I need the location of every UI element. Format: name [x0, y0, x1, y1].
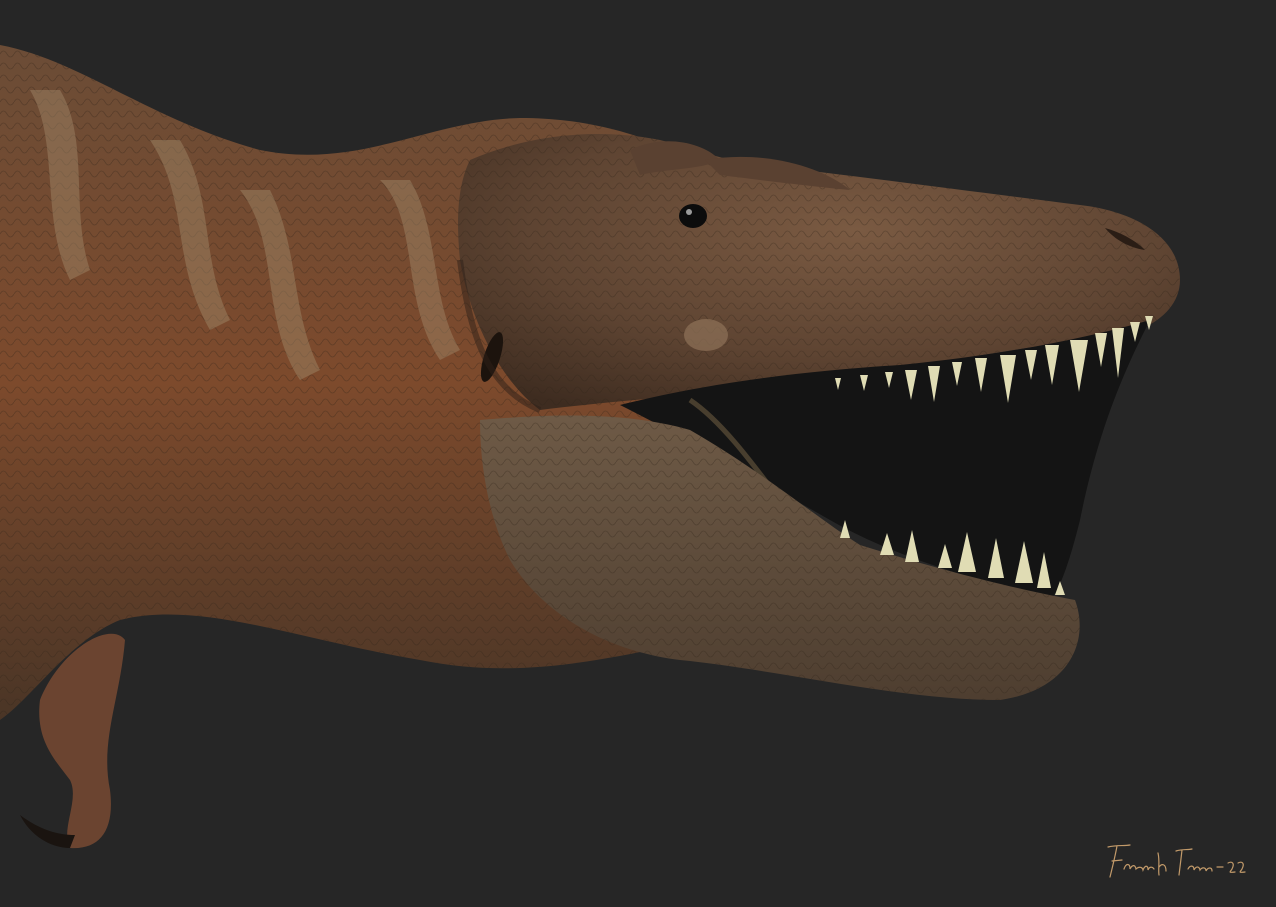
claw: [20, 815, 75, 848]
artwork-canvas: [0, 0, 1276, 907]
cheek-scale: [684, 319, 728, 351]
eye: [679, 204, 707, 228]
tyrannosaur-illustration: [0, 45, 1181, 849]
artist-signature: [1107, 844, 1246, 878]
